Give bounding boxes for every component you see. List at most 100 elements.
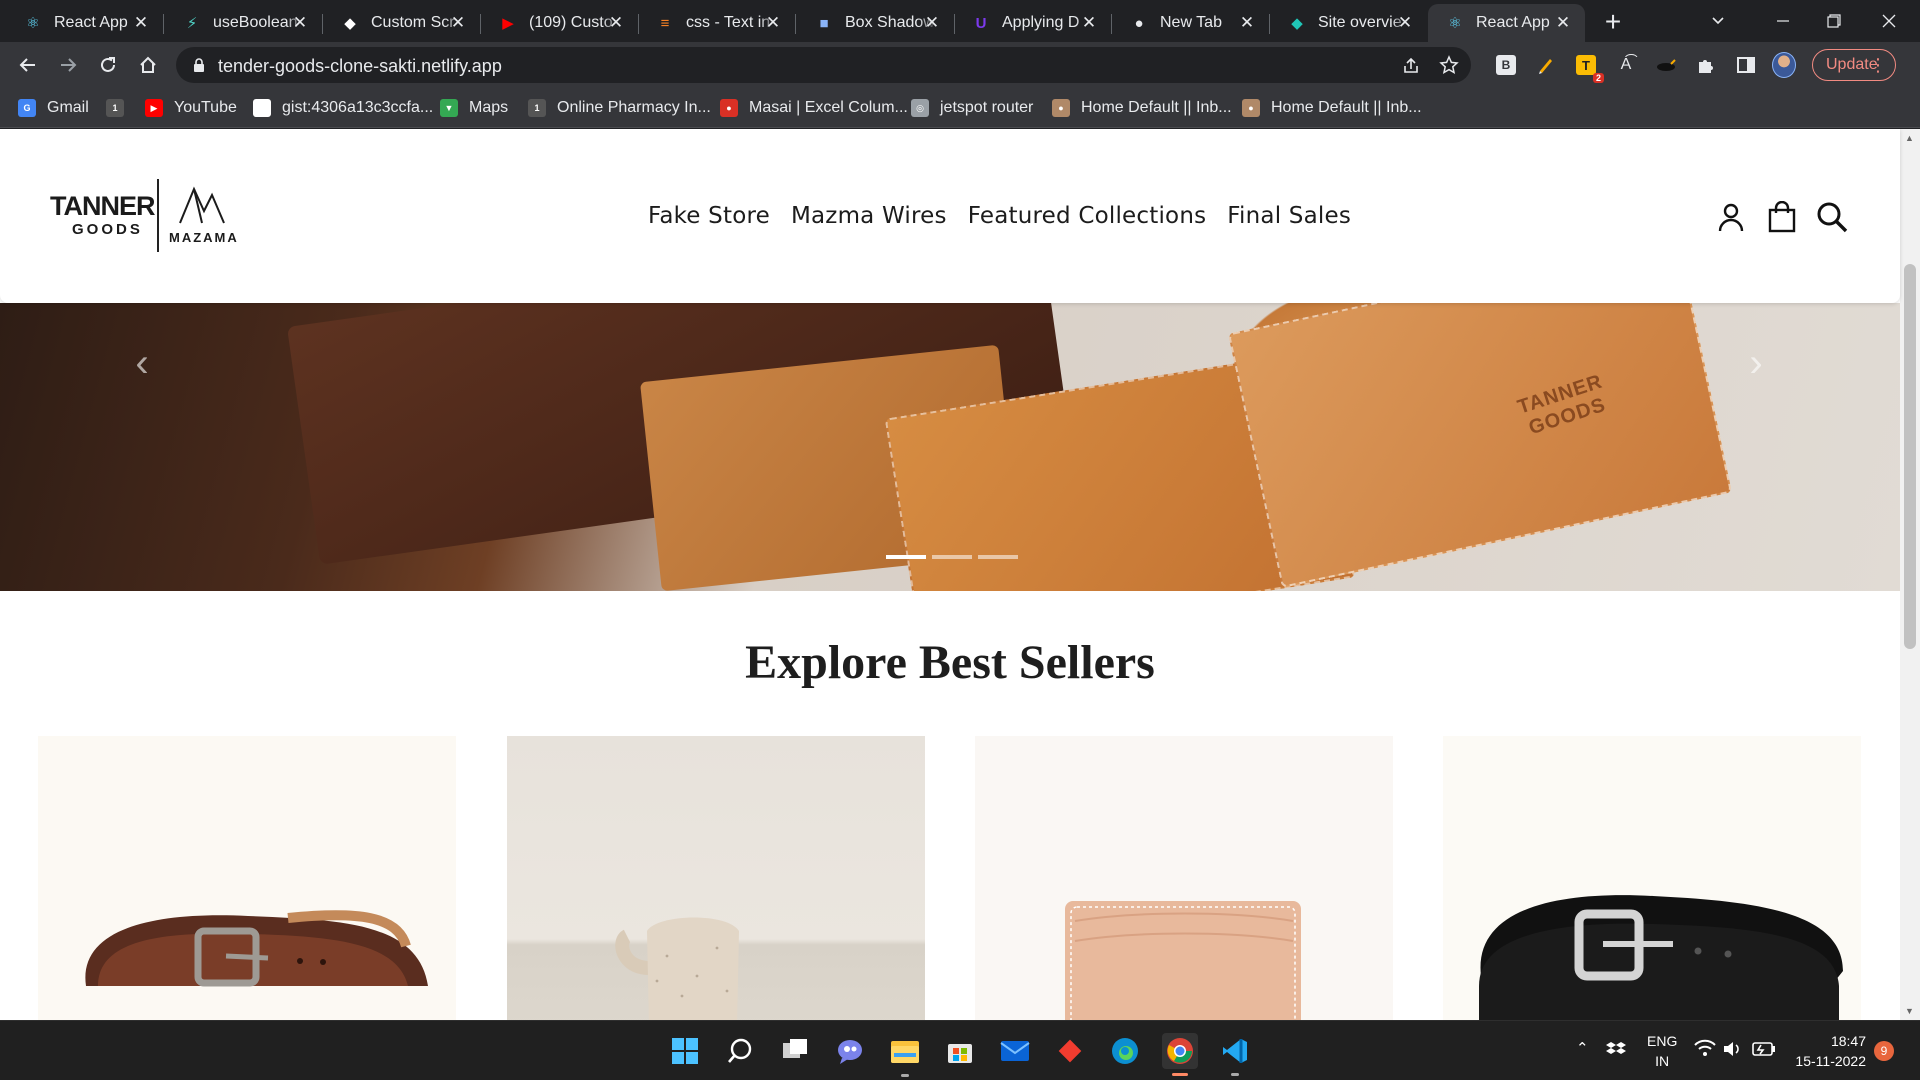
extension-t-icon[interactable]: T2 xyxy=(1574,53,1604,83)
edge-browser-icon[interactable] xyxy=(1107,1033,1143,1069)
tab-close-icon[interactable]: ✕ xyxy=(1553,13,1573,33)
microsoft-store-icon[interactable] xyxy=(942,1033,978,1069)
carousel-dot-1[interactable] xyxy=(886,555,926,559)
browser-tab[interactable]: ● New Tab ✕ xyxy=(1112,4,1270,42)
more-options-icon: ⋮ xyxy=(1869,55,1887,75)
chrome-browser-icon[interactable] xyxy=(1162,1033,1198,1076)
bookmark-item[interactable]: ▼ Maps xyxy=(440,96,508,120)
side-panel-icon[interactable] xyxy=(1734,53,1758,77)
browser-tab[interactable]: ⚡ useBoolean ✕ xyxy=(165,4,323,42)
youtube-icon: ▶ xyxy=(145,99,163,117)
page-scrollbar[interactable]: ▲ ▼ xyxy=(1900,129,1920,1020)
dropbox-tray-icon[interactable] xyxy=(1606,1039,1626,1064)
carousel-dot-3[interactable] xyxy=(978,555,1018,559)
share-icon[interactable] xyxy=(1401,56,1421,76)
bookmark-star-icon[interactable] xyxy=(1439,55,1459,75)
wifi-icon[interactable] xyxy=(1694,1039,1716,1062)
tab-close-icon[interactable]: ✕ xyxy=(131,13,151,33)
vscode-icon[interactable] xyxy=(1217,1033,1253,1076)
bookmark-item[interactable]: ● Home Default || Inb... xyxy=(1242,96,1422,120)
language-indicator[interactable]: ENG IN xyxy=(1647,1031,1677,1071)
browser-tab[interactable]: ■ Box Shadow ✕ xyxy=(797,4,955,42)
reload-button[interactable] xyxy=(92,49,124,81)
carousel-dot-2[interactable] xyxy=(932,555,972,559)
tab-close-icon[interactable]: ✕ xyxy=(922,13,942,33)
extension-b-icon[interactable]: B xyxy=(1494,53,1518,77)
search-icon[interactable] xyxy=(1814,199,1850,235)
react-icon: ⚛ xyxy=(26,15,40,32)
scroll-down-icon[interactable]: ▼ xyxy=(1905,1006,1914,1016)
search-taskbar-icon[interactable] xyxy=(722,1033,758,1069)
masai-icon: ● xyxy=(720,99,738,117)
tab-search-icon[interactable] xyxy=(1708,10,1728,30)
browser-tab[interactable]: ▶ (109) Custo ✕ xyxy=(481,4,639,42)
address-bar[interactable]: tender-goods-clone-sakti.netlify.app xyxy=(176,47,1471,83)
browser-tab[interactable]: ◆ Custom Scr ✕ xyxy=(323,4,481,42)
browser-tab[interactable]: U Applying D ✕ xyxy=(954,4,1112,42)
tab-close-icon[interactable]: ✕ xyxy=(1395,13,1415,33)
clock[interactable]: 18:47 15-11-2022 xyxy=(1790,1031,1866,1071)
extension-pen-icon[interactable] xyxy=(1534,53,1558,77)
bookmark-item[interactable]: ● Home Default || Inb... xyxy=(1052,96,1232,120)
home-button[interactable] xyxy=(132,49,164,81)
extensions-puzzle-icon[interactable] xyxy=(1694,53,1718,77)
hero-carousel[interactable]: TANNER GOODS ‹ › xyxy=(0,303,1900,591)
browser-tab[interactable]: ⚛ React App ✕ xyxy=(1428,4,1585,42)
browser-tab[interactable]: ≡ css - Text in ✕ xyxy=(638,4,796,42)
product-card-card-wallet[interactable] xyxy=(975,736,1393,1020)
bookmark-item[interactable]: ● Masai | Excel Colum... xyxy=(720,96,908,120)
product-card-mug[interactable] xyxy=(507,736,925,1020)
forward-button[interactable] xyxy=(52,49,84,81)
windows-start-icon[interactable] xyxy=(667,1033,703,1069)
bookmark-item[interactable]: ● gist:4306a13c3ccfa... xyxy=(253,96,433,120)
read-aloud-icon[interactable]: A͡ xyxy=(1614,53,1638,77)
mail-icon[interactable] xyxy=(997,1033,1033,1069)
bookmark-item[interactable]: ▶ YouTube xyxy=(145,96,237,120)
profile-avatar[interactable] xyxy=(1772,52,1796,78)
minimize-button[interactable] xyxy=(1760,6,1806,36)
nav-fake-store[interactable]: Fake Store xyxy=(648,203,770,229)
git-app-icon[interactable] xyxy=(1052,1033,1088,1069)
file-explorer-icon[interactable] xyxy=(887,1033,923,1077)
scrollbar-thumb[interactable] xyxy=(1904,264,1916,649)
browser-tab[interactable]: ◆ Site overvie ✕ xyxy=(1270,4,1427,42)
tab-close-icon[interactable]: ✕ xyxy=(290,13,310,33)
nav-mazma-wires[interactable]: Mazma Wires xyxy=(791,203,947,229)
task-view-icon[interactable] xyxy=(777,1033,813,1069)
tab-separator xyxy=(795,14,796,34)
cart-bag-icon[interactable] xyxy=(1764,199,1800,235)
extension-cat-icon[interactable] xyxy=(1654,53,1678,77)
tab-close-icon[interactable]: ✕ xyxy=(1079,13,1099,33)
tab-close-icon[interactable]: ✕ xyxy=(606,13,626,33)
product-card-black-belt[interactable] xyxy=(1443,736,1861,1020)
product-card-brown-belt[interactable] xyxy=(38,736,456,1020)
bookmark-item[interactable]: G Gmail xyxy=(18,96,89,120)
tab-close-icon[interactable]: ✕ xyxy=(763,13,783,33)
person-icon: ● xyxy=(1242,99,1260,117)
bookmark-label: jetspot router xyxy=(940,99,1034,116)
bookmark-item[interactable]: 1 xyxy=(106,96,135,120)
notification-badge[interactable]: 9 xyxy=(1874,1041,1894,1061)
scroll-up-icon[interactable]: ▲ xyxy=(1905,133,1914,143)
battery-icon[interactable] xyxy=(1752,1041,1776,1062)
show-hidden-icons[interactable]: ⌃ xyxy=(1576,1039,1589,1057)
bookmark-item[interactable]: ◎ jetspot router xyxy=(911,96,1033,120)
nav-final-sales[interactable]: Final Sales xyxy=(1227,203,1351,229)
restore-button[interactable] xyxy=(1810,6,1856,36)
back-button[interactable] xyxy=(12,49,44,81)
tab-close-icon[interactable]: ✕ xyxy=(448,13,468,33)
browser-tab[interactable]: ⚛ React App ✕ xyxy=(6,4,164,42)
close-window-button[interactable] xyxy=(1866,6,1912,36)
tab-close-icon[interactable]: ✕ xyxy=(1237,13,1257,33)
account-icon[interactable] xyxy=(1713,199,1749,235)
bookmark-item[interactable]: 1 Online Pharmacy In... xyxy=(528,96,711,120)
update-button[interactable]: Update ⋮ xyxy=(1812,49,1896,81)
brand-logo[interactable]: TANNER GOODS MAZAMA xyxy=(48,179,248,254)
teams-chat-icon[interactable] xyxy=(832,1033,868,1069)
carousel-next-button[interactable]: › xyxy=(1736,333,1776,393)
nav-featured-collections[interactable]: Featured Collections xyxy=(968,203,1207,229)
new-tab-button[interactable]: + xyxy=(1598,8,1628,38)
volume-icon[interactable] xyxy=(1722,1039,1744,1064)
tab-strip: ⚛ React App ✕ ⚡ useBoolean ✕ ◆ Custom Scr ✕ ▶ (109… xyxy=(0,0,1920,42)
carousel-prev-button[interactable]: ‹ xyxy=(122,333,162,393)
